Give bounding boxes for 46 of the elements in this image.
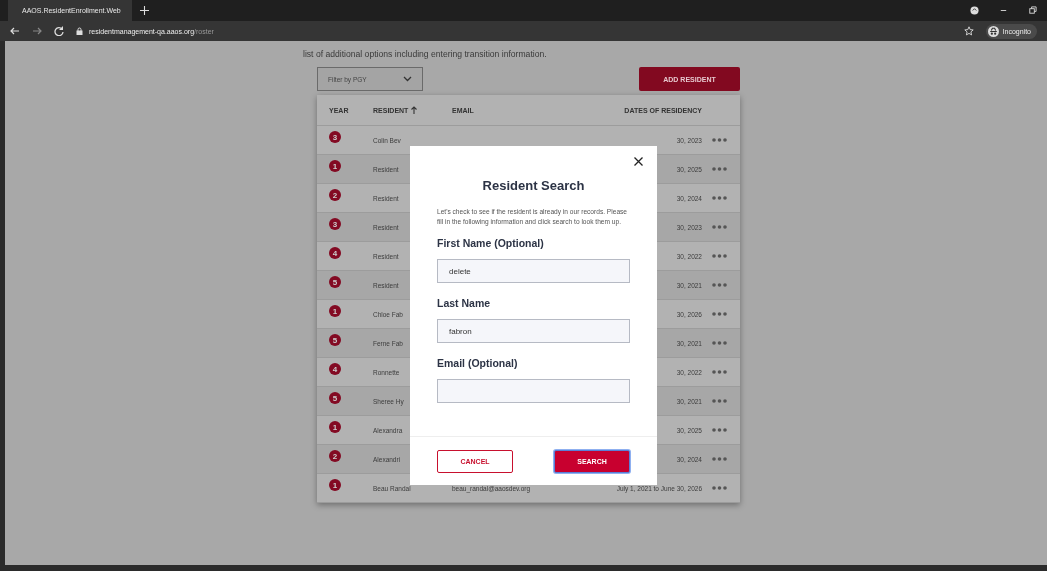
incognito-icon	[987, 25, 999, 37]
ellipsis-menu-icon[interactable]	[712, 196, 727, 200]
ellipsis-menu-icon[interactable]	[712, 428, 727, 432]
year-badge: 5	[329, 276, 341, 288]
year-badge: 1	[329, 421, 341, 433]
restore-icon[interactable]	[1028, 6, 1037, 15]
ellipsis-menu-icon[interactable]	[712, 399, 727, 403]
year-badge: 1	[329, 160, 341, 172]
arrow-up-icon	[411, 106, 418, 114]
lock-icon	[76, 27, 83, 35]
year-badge: 1	[329, 305, 341, 317]
new-tab-icon[interactable]	[140, 6, 149, 15]
close-icon[interactable]	[634, 157, 643, 166]
ellipsis-menu-icon[interactable]	[712, 486, 727, 490]
extension-icon[interactable]	[970, 6, 979, 15]
year-badge: 5	[329, 392, 341, 404]
year-badge: 2	[329, 189, 341, 201]
ellipsis-menu-icon[interactable]	[712, 283, 727, 287]
input-field[interactable]: fabron	[437, 319, 630, 343]
year-badge: 1	[329, 479, 341, 491]
intro-text: list of additional options including entering transition information.	[303, 48, 548, 61]
dialog-title: Resident Search	[481, 178, 586, 193]
ellipsis-menu-icon[interactable]	[712, 138, 727, 142]
ellipsis-menu-icon[interactable]	[712, 167, 727, 171]
ellipsis-menu-icon[interactable]	[712, 312, 727, 316]
year-badge: 3	[329, 131, 341, 143]
year-badge: 4	[329, 247, 341, 259]
field-label: Email (Optional)	[437, 357, 519, 369]
chevron-down-icon	[403, 76, 412, 82]
field-label: First Name (Optional)	[437, 237, 545, 249]
ellipsis-menu-icon[interactable]	[712, 225, 727, 229]
ellipsis-menu-icon[interactable]	[712, 254, 727, 258]
reload-icon[interactable]	[54, 26, 64, 36]
year-badge: 2	[329, 450, 341, 462]
back-icon[interactable]	[10, 26, 20, 36]
year-badge: 4	[329, 363, 341, 375]
ellipsis-menu-icon[interactable]	[712, 370, 727, 374]
year-badge: 5	[329, 334, 341, 346]
star-icon[interactable]	[963, 26, 974, 36]
input-field[interactable]	[437, 379, 630, 403]
input-field[interactable]: delete	[437, 259, 630, 283]
ellipsis-menu-icon[interactable]	[712, 341, 727, 345]
ellipsis-menu-icon[interactable]	[712, 457, 727, 461]
year-badge: 3	[329, 218, 341, 230]
field-label: Last Name	[437, 297, 492, 309]
forward-icon[interactable]	[32, 26, 42, 36]
